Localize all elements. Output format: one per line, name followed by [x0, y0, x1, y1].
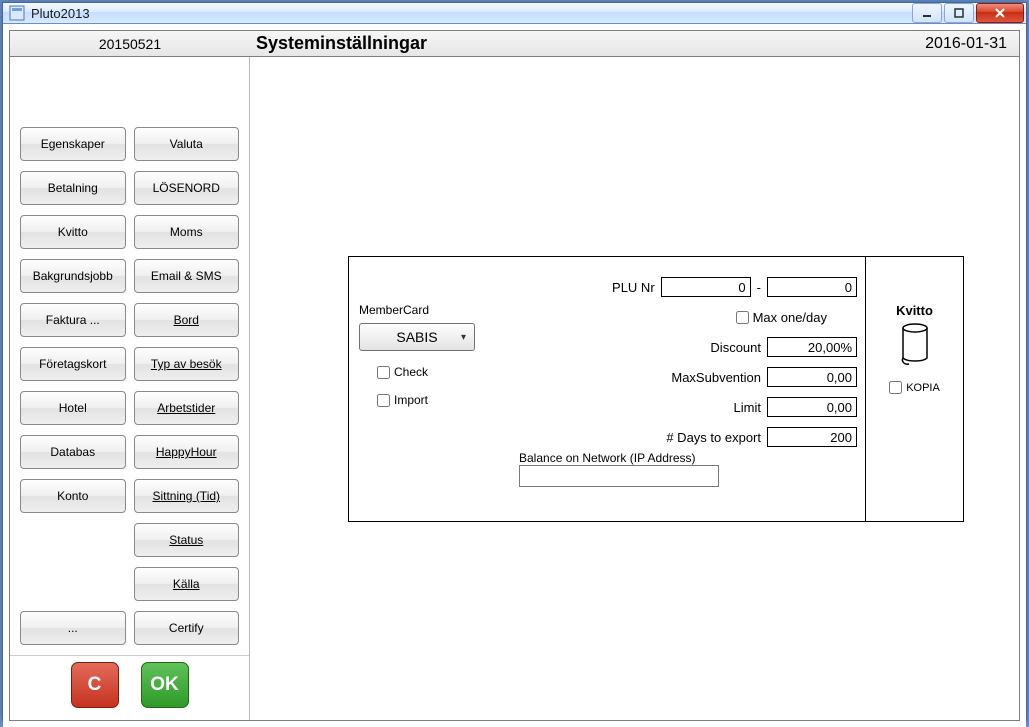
sidebar-item-happyhour[interactable]: HappyHour: [134, 435, 240, 469]
sidebar-item-valuta[interactable]: Valuta: [134, 127, 240, 161]
sidebar-item-typ-av-besok[interactable]: Typ av besök: [134, 347, 240, 381]
kvitto-title: Kvitto: [872, 303, 957, 318]
sidebar-item-kalla[interactable]: Källa: [134, 567, 240, 601]
plu-to-input[interactable]: [767, 277, 857, 297]
maximize-button[interactable]: [944, 3, 974, 23]
sidebar-item-hotel[interactable]: Hotel: [20, 391, 126, 425]
content-row: Egenskaper Valuta Betalning LÖSENORD Kvi…: [10, 57, 1019, 720]
app-window: Pluto2013 20150521 Systeminställningar 2…: [2, 2, 1027, 721]
limit-label: Limit: [734, 400, 761, 415]
sidebar-item-bakgrundsjobb[interactable]: Bakgrundsjobb: [20, 259, 126, 293]
form-left: MemberCard SABIS Check Import: [349, 257, 509, 521]
sidebar-item-losenord[interactable]: LÖSENORD: [134, 171, 240, 205]
limit-input[interactable]: [767, 397, 857, 417]
kopia-checkbox[interactable]: [889, 381, 902, 394]
minimize-button[interactable]: [912, 3, 942, 23]
ip-address-label: (IP Address): [630, 451, 696, 465]
sidebar-item-faktura[interactable]: Faktura ...: [20, 303, 126, 337]
discount-label: Discount: [710, 340, 761, 355]
sidebar-item-kvitto[interactable]: Kvitto: [20, 215, 126, 249]
main-panel: MemberCard SABIS Check Import: [250, 57, 1019, 720]
days-export-label: # Days to export: [666, 430, 761, 445]
days-export-input[interactable]: [767, 427, 857, 447]
cancel-button[interactable]: C: [71, 662, 119, 708]
receipt-icon: [872, 322, 957, 369]
maxsub-label: MaxSubvention: [671, 370, 761, 385]
header-row: 20150521 Systeminställningar 2016-01-31: [10, 31, 1019, 57]
max-one-day-checkbox[interactable]: [736, 311, 749, 324]
header-date-code: 20150521: [10, 36, 250, 52]
close-button[interactable]: [976, 3, 1024, 23]
check-checkbox[interactable]: [377, 366, 390, 379]
discount-input[interactable]: [767, 337, 857, 357]
ok-button[interactable]: OK: [141, 662, 189, 708]
kopia-label: KOPIA: [906, 382, 940, 394]
sidebar-item-bord[interactable]: Bord: [134, 303, 240, 337]
sidebar-item-status[interactable]: Status: [134, 523, 240, 557]
ip-address-input[interactable]: [519, 465, 719, 487]
sidebar: Egenskaper Valuta Betalning LÖSENORD Kvi…: [10, 57, 250, 720]
membercard-value: SABIS: [396, 329, 437, 345]
sidebar-buttons: Egenskaper Valuta Betalning LÖSENORD Kvi…: [10, 57, 249, 655]
sidebar-item-arbetstider[interactable]: Arbetstider: [134, 391, 240, 425]
app-title: Pluto2013: [31, 6, 90, 21]
sidebar-item-egenskaper[interactable]: Egenskaper: [20, 127, 126, 161]
membercard-dropdown[interactable]: SABIS: [359, 323, 475, 351]
titlebar: Pluto2013: [3, 3, 1026, 24]
maxsub-input[interactable]: [767, 367, 857, 387]
form-right: Kvitto KOPIA: [865, 257, 963, 521]
plu-dash: -: [757, 280, 761, 295]
sidebar-item-certify[interactable]: Certify: [134, 611, 240, 645]
form-box: MemberCard SABIS Check Import: [348, 256, 964, 522]
plu-label: PLU Nr: [612, 280, 655, 295]
import-label: Import: [394, 393, 428, 407]
header-system-date: 2016-01-31: [925, 35, 1019, 53]
app-icon: [9, 5, 25, 21]
sidebar-item-foretagskort[interactable]: Företagskort: [20, 347, 126, 381]
balance-block: Balance on Network (IP Address): [519, 451, 779, 487]
ok-cancel-row: C OK: [10, 655, 249, 720]
inner-frame: 20150521 Systeminställningar 2016-01-31 …: [9, 30, 1020, 721]
sidebar-item-email-sms[interactable]: Email & SMS: [134, 259, 240, 293]
form-mid: PLU Nr - Max one/day: [509, 257, 865, 521]
membercard-label: MemberCard: [359, 303, 499, 317]
window-controls: [912, 3, 1024, 23]
sidebar-item-moms[interactable]: Moms: [134, 215, 240, 249]
import-checkbox[interactable]: [377, 394, 390, 407]
app-body: 20150521 Systeminställningar 2016-01-31 …: [3, 24, 1026, 727]
check-label: Check: [394, 365, 428, 379]
sidebar-item-databas[interactable]: Databas: [20, 435, 126, 469]
sidebar-item-dots[interactable]: ...: [20, 611, 126, 645]
page-title: Systeminställningar: [250, 33, 925, 54]
balance-label: Balance on Network: [519, 451, 626, 465]
plu-from-input[interactable]: [661, 277, 751, 297]
sidebar-item-sittning[interactable]: Sittning (Tid): [134, 479, 240, 513]
sidebar-item-konto[interactable]: Konto: [20, 479, 126, 513]
max-one-day-label: Max one/day: [753, 310, 827, 325]
sidebar-item-betalning[interactable]: Betalning: [20, 171, 126, 205]
